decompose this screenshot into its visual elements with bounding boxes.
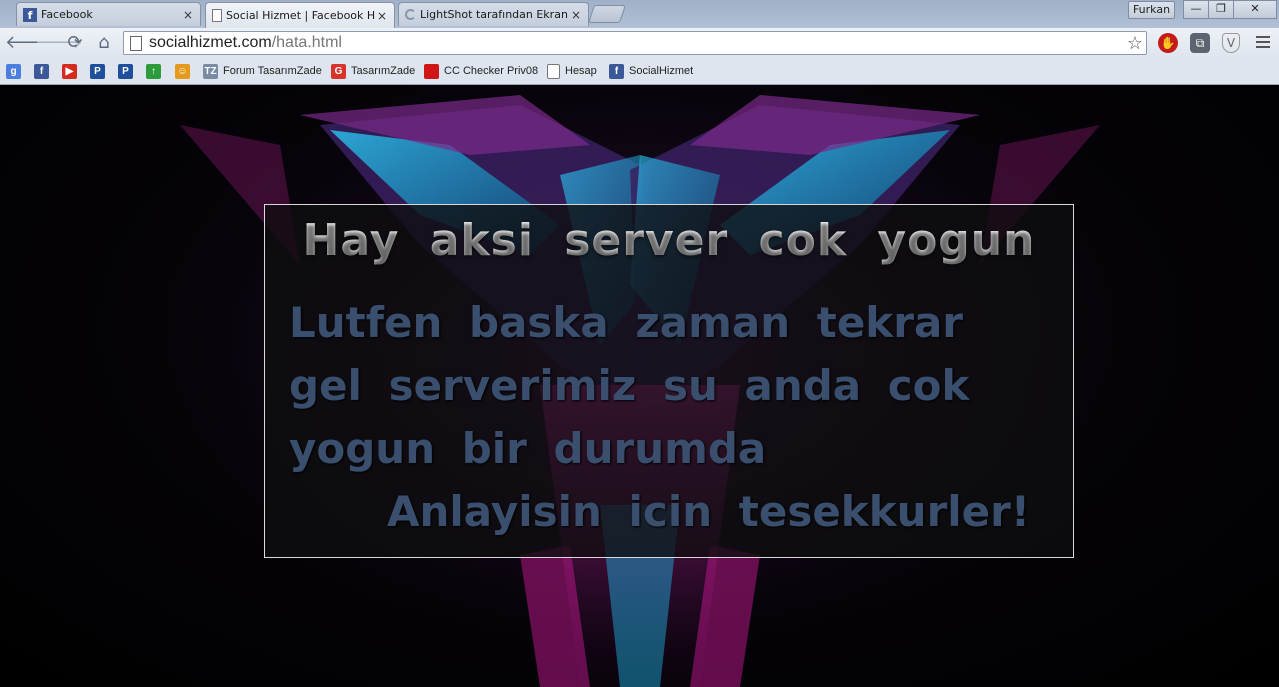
tz-icon: TZ [203,63,218,79]
page-icon [212,9,222,22]
error-message: Lutfen baska zaman tekrar gel serverimiz… [289,298,970,473]
tab-lightshot[interactable]: LightShot tarafından Ekran G × [398,2,589,26]
bookmark-item[interactable]: f [34,62,49,80]
bookmark-item[interactable]: f SocialHizmet [609,62,693,80]
browser-chrome: f Facebook × Social Hizmet | Facebook Hi… [0,0,1279,85]
close-window-button[interactable]: ✕ [1233,0,1277,19]
bookmark-label: TasarımZade [351,65,416,77]
bookmark-item[interactable]: ↑ [146,62,161,80]
red-square-icon [424,63,439,79]
page-icon [547,63,560,79]
error-panel: Hay aksi server cok yogun Lutfen baska z… [264,204,1074,558]
thanks-message: Anlayisin icin tesekkurler! [387,487,1031,536]
g-red-icon: G [331,63,346,79]
bookmark-item[interactable]: ▶ [62,62,77,80]
forward-button[interactable]: 🡒 [35,32,83,54]
tab-title: Facebook [41,8,93,21]
bookmark-item[interactable]: g [6,62,21,80]
tab-strip: f Facebook × Social Hizmet | Facebook Hi… [0,0,1279,28]
page-icon [130,35,142,51]
tab-title: Social Hizmet | Facebook Hile [226,9,376,22]
bookmark-label: Hesap [565,65,597,77]
tab-title: LightShot tarafından Ekran G [420,8,570,21]
bookmark-label: SocialHizmet [629,65,694,77]
tab-facebook[interactable]: f Facebook × [16,2,201,26]
bookmark-item[interactable]: TZ Forum TasarımZade [203,62,322,80]
error-page: Hay aksi server cok yogun Lutfen baska z… [0,85,1279,687]
bookmark-item[interactable]: G TasarımZade [331,62,415,80]
url-text: socialhizmet.com/hata.html [149,34,342,51]
bookmark-item[interactable]: CC Checker Priv08 [424,62,538,80]
error-headline: Hay aksi server cok yogun [265,215,1073,266]
tab-social-hizmet[interactable]: Social Hizmet | Facebook Hile × [205,2,395,28]
facebook-icon: f [23,7,37,22]
bookmark-star-icon[interactable]: ☆ [1127,33,1143,54]
new-tab-button[interactable] [588,5,626,23]
shield-icon[interactable]: V [1222,33,1240,53]
back-button[interactable]: 🡐 [5,32,53,54]
bookmark-item[interactable]: P [118,62,133,80]
menu-icon[interactable] [1256,36,1270,51]
paypal-icon: P [90,63,105,79]
bookmark-label: CC Checker Priv08 [444,65,539,77]
adblock-icon[interactable]: ✋ [1158,33,1178,53]
bookmark-label: Forum TasarımZade [223,65,322,77]
paypal-icon: P [118,63,133,79]
restore-button[interactable]: ❐ [1208,0,1234,19]
google-plus-icon: g [6,63,21,79]
home-button[interactable]: ⌂ [93,32,115,54]
minimize-button[interactable]: — [1183,0,1209,19]
close-tab-icon[interactable]: × [570,8,582,22]
toolbar: 🡐 🡒 ⟳ ⌂ socialhizmet.com/hata.html ☆ ✋ ⧉… [0,28,1279,58]
facebook-icon: f [34,63,49,79]
bookmarks-bar: g f ▶ P P ↑ ☺ TZ Forum TasarımZade G TasarımZade CC… [0,58,1279,85]
address-bar[interactable]: socialhizmet.com/hata.html ☆ [123,31,1147,55]
profile-button[interactable]: Furkan [1128,1,1175,19]
facebook-icon: f [609,63,624,79]
close-tab-icon[interactable]: × [376,9,388,23]
extension-icon[interactable]: ⧉ [1190,33,1210,53]
bookmark-item[interactable]: ☺ [175,62,190,80]
youtube-icon: ▶ [62,63,77,79]
upload-arrow-icon: ↑ [146,63,161,79]
bookmark-item[interactable]: P [90,62,105,80]
face-icon: ☺ [175,63,190,79]
bookmark-item[interactable]: Hesap [547,62,597,80]
close-tab-icon[interactable]: × [182,8,194,22]
loading-icon [405,9,416,20]
reload-button[interactable]: ⟳ [64,32,86,54]
